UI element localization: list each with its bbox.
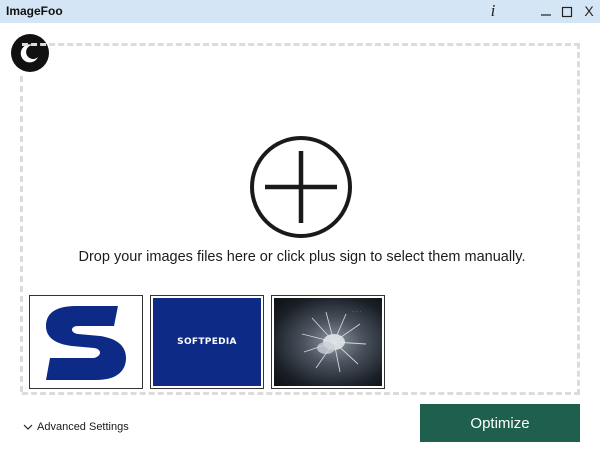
s-logo-image: [32, 298, 140, 386]
svg-text:. . . .: . . . .: [352, 308, 361, 313]
advanced-settings-label: Advanced Settings: [37, 421, 129, 433]
maximize-icon: [561, 6, 573, 17]
softpedia-wordmark: SOFTPEDIA: [177, 337, 237, 347]
plus-circle-icon: [250, 136, 352, 238]
app-title: ImageFoo: [6, 4, 63, 18]
close-label: X: [584, 3, 594, 19]
info-button[interactable]: i: [486, 1, 500, 21]
spider-photo-image: . . . .: [274, 298, 382, 386]
add-images-button[interactable]: [249, 135, 353, 239]
image-thumbnail[interactable]: [29, 295, 143, 389]
drop-zone-left-border: [20, 76, 23, 395]
image-thumbnail[interactable]: . . . .: [271, 295, 385, 389]
softpedia-logo-image: SOFTPEDIA: [153, 298, 261, 386]
title-bar: ImageFoo i X: [0, 0, 600, 23]
minimize-icon: [541, 13, 551, 16]
minimize-button[interactable]: [537, 3, 555, 20]
chevron-down-icon: [23, 424, 33, 430]
image-thumbnail[interactable]: SOFTPEDIA: [150, 295, 264, 389]
optimize-button[interactable]: Optimize: [420, 404, 580, 442]
advanced-settings-toggle[interactable]: Advanced Settings: [23, 419, 129, 435]
maximize-button[interactable]: [558, 3, 576, 20]
drop-hint-text: Drop your images files here or click plu…: [78, 249, 526, 265]
close-button[interactable]: X: [580, 3, 598, 20]
